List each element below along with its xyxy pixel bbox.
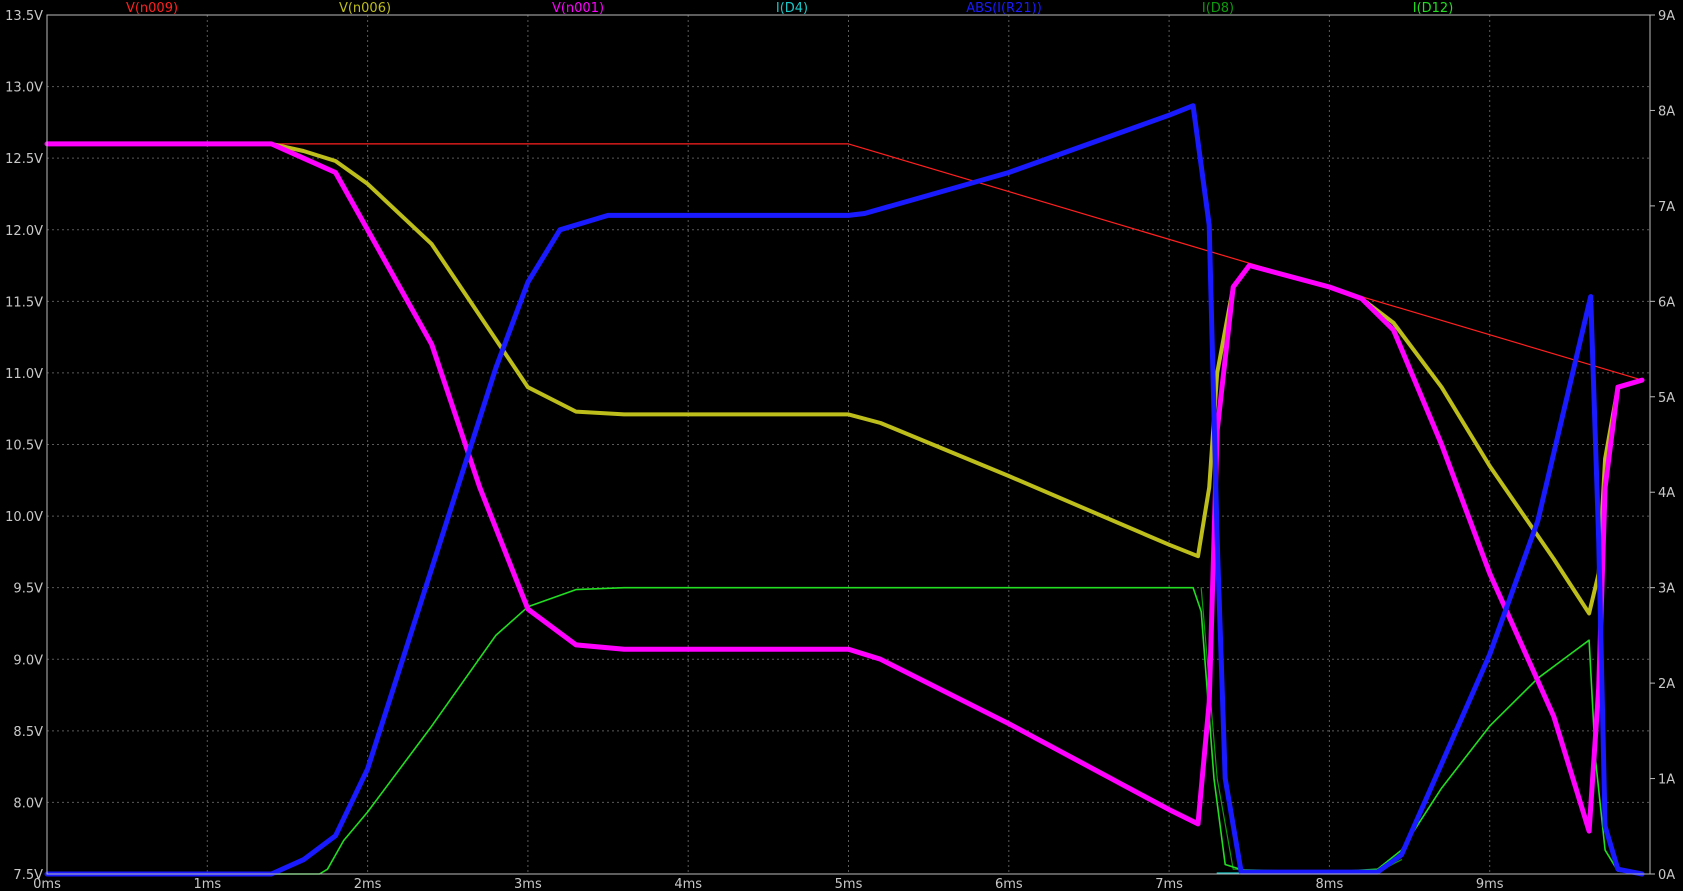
y-right-tick-label: 2A [1658,677,1675,692]
y-left-tick-label: 11.5V [5,295,43,310]
y-right-tick-label: 0A [1658,868,1675,883]
y-right-tick-label: 1A [1658,773,1675,788]
y-left-tick-label: 8.5V [13,725,43,740]
y-left-tick-label: 11.0V [5,367,43,382]
y-left-tick-label: 10.0V [5,510,43,525]
legend-label-i-d12[interactable]: I(D12) [1413,1,1454,16]
legend-label-v-n001[interactable]: V(n001) [552,1,604,16]
x-tick-label: 2ms [354,877,382,891]
x-tick-label: 9ms [1476,877,1504,891]
y-left-tick-label: 12.0V [5,224,43,239]
y-left-tick-label: 9.0V [13,653,43,668]
y-right-tick-label: 9A [1658,9,1675,24]
x-tick-label: 6ms [995,877,1023,891]
x-tick-label: 4ms [674,877,702,891]
y-right-tick-label: 4A [1658,486,1675,501]
x-tick-label: 5ms [835,877,863,891]
y-right-tick-label: 6A [1658,295,1675,310]
x-tick-label: 8ms [1316,877,1344,891]
y-right-tick-label: 7A [1658,200,1675,215]
legend-label-i-d4[interactable]: I(D4) [776,1,808,16]
y-left-tick-label: 8.0V [13,796,43,811]
legend-label-v-n006[interactable]: V(n006) [339,1,391,16]
y-left-tick-label: 13.0V [5,81,43,96]
waveform-plot[interactable]: 13.5V 13.0V 12.5V 12.0V 11.5V 11.0V 10.5V 10.0V… [0,0,1683,891]
legend-label-i-d8[interactable]: I(D8) [1202,1,1234,16]
y-left-tick-label: 10.5V [5,439,43,454]
x-tick-label: 7ms [1155,877,1183,891]
x-tick-label: 3ms [514,877,542,891]
y-right-tick-label: 5A [1658,391,1675,406]
legend-label-v-n009[interactable]: V(n009) [126,1,178,16]
plot-background [0,0,1683,891]
y-left-tick-label: 13.5V [5,9,43,24]
y-right-tick-label: 8A [1658,104,1675,119]
x-tick-label: 1ms [193,877,221,891]
y-right-tick-label: 3A [1658,582,1675,597]
x-tick-label: 0ms [33,877,61,891]
y-left-tick-label: 9.5V [13,582,43,597]
legend-label-abs-i-r21[interactable]: ABS(I(R21)) [966,1,1042,16]
y-left-tick-label: 12.5V [5,152,43,167]
